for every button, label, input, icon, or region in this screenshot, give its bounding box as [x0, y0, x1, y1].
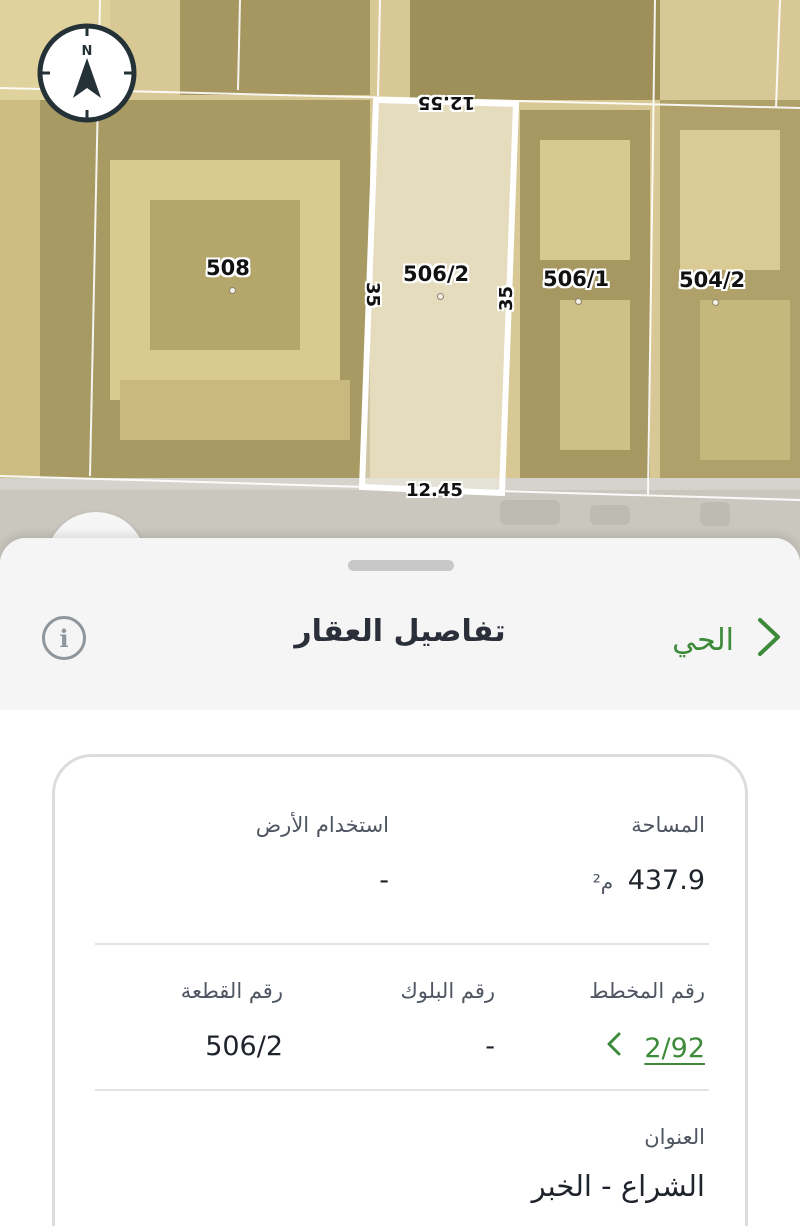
parcel-centroid-506-1 [575, 298, 582, 305]
map-view[interactable]: 508 506/2 506/1 504/2 12.55 12.45 35 35 … [0, 0, 800, 600]
land-use-value: - [379, 865, 389, 896]
chevron-right-icon [756, 616, 782, 665]
field-parcel-number: رقم القطعة 506/2 [181, 979, 283, 1062]
district-back-link[interactable]: الحي [672, 616, 782, 664]
divider [95, 943, 709, 945]
dimension-top: 12.55 [418, 92, 475, 113]
parcel-label-508[interactable]: 508 [206, 256, 250, 280]
dimension-right: 35 [496, 285, 518, 312]
field-block-number: رقم البلوك - [400, 979, 495, 1062]
compass-icon: N [37, 23, 137, 123]
svg-text:N: N [82, 44, 93, 59]
address-value: الشراع - الخبر [531, 1169, 705, 1203]
parcel-centroid-504-2 [712, 299, 719, 306]
parcel-number-value: 506/2 [205, 1031, 283, 1062]
area-unit: م² [592, 870, 614, 894]
field-area: المساحة 437.9 م² [593, 813, 705, 896]
divider [95, 1089, 709, 1091]
parcel-number-label: رقم القطعة [180, 979, 283, 1003]
parcel-centroid-508 [229, 287, 236, 294]
field-plan-number[interactable]: رقم المخطط 2/92 [589, 979, 705, 1064]
dimension-bottom: 12.45 [406, 480, 463, 501]
block-number-value: - [485, 1031, 495, 1062]
compass-button[interactable]: N [36, 22, 138, 124]
chevron-left-icon [606, 1031, 622, 1064]
details-card: المساحة 437.9 م² استخدام الأرض - رقم الم… [52, 754, 748, 1226]
land-use-label: استخدام الأرض [255, 813, 389, 837]
field-address: العنوان الشراع - الخبر [532, 1125, 705, 1203]
block-number-label: رقم البلوك [400, 979, 495, 1003]
drag-handle[interactable] [348, 560, 454, 571]
area-value: 437.9 [627, 865, 705, 896]
district-link-label: الحي [672, 622, 734, 658]
parcel-centroid-506-2 [437, 293, 444, 300]
property-details-sheet: i تفاصيل العقار الحي المساحة 437.9 م² اس… [0, 538, 800, 1226]
plan-number-row[interactable]: 2/92 [589, 1031, 705, 1064]
address-label: العنوان [644, 1125, 705, 1149]
plan-number-link[interactable]: 2/92 [644, 1033, 705, 1064]
field-land-use: استخدام الأرض - [256, 813, 389, 896]
area-value-row: 437.9 م² [593, 865, 705, 896]
dimension-left: 35 [362, 281, 384, 308]
sheet-header: i تفاصيل العقار الحي [0, 538, 800, 710]
parcel-label-504-2[interactable]: 504/2 [679, 268, 745, 292]
parcel-label-506-1[interactable]: 506/1 [543, 267, 609, 291]
parcel-label-506-2[interactable]: 506/2 [403, 262, 469, 286]
plan-number-label: رقم المخطط [589, 979, 705, 1003]
area-label: المساحة [631, 813, 705, 837]
